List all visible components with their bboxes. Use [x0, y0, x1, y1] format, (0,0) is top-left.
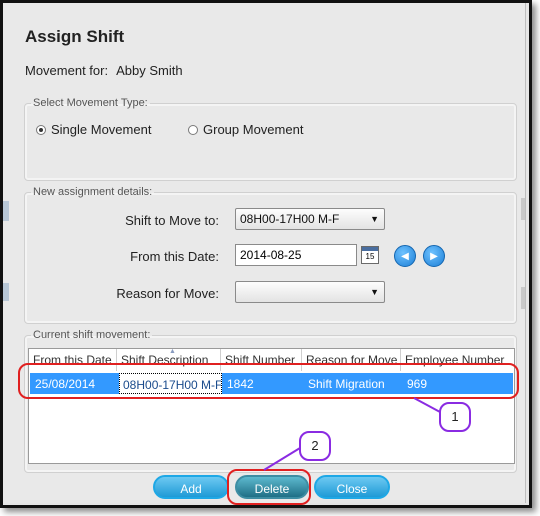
callout-line-1	[413, 397, 441, 413]
callout-number-1: 1	[439, 402, 471, 432]
callout-line-2	[263, 447, 301, 471]
callout-lines	[263, 397, 441, 471]
callout-number-2: 2	[299, 431, 331, 461]
